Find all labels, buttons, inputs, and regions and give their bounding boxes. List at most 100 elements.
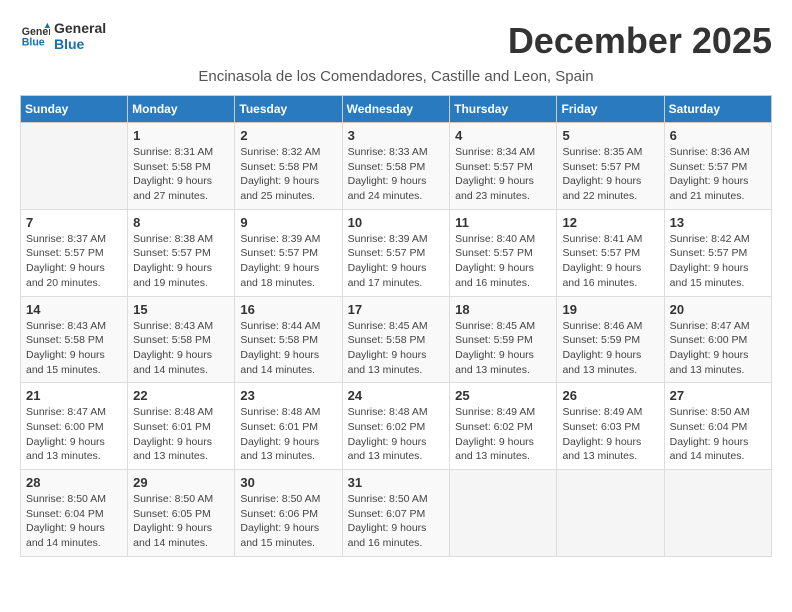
weekday-header: Sunday xyxy=(21,96,128,123)
day-number: 31 xyxy=(348,475,445,490)
day-info: Sunrise: 8:47 AMSunset: 6:00 PMDaylight:… xyxy=(26,405,122,464)
day-number: 16 xyxy=(240,302,336,317)
logo-line1: General xyxy=(54,20,106,36)
weekday-header: Tuesday xyxy=(235,96,342,123)
calendar-cell: 17 Sunrise: 8:45 AMSunset: 5:58 PMDayligh… xyxy=(342,296,450,383)
calendar-cell: 28 Sunrise: 8:50 AMSunset: 6:04 PMDayligh… xyxy=(21,470,128,557)
calendar-week-row: 1 Sunrise: 8:31 AMSunset: 5:58 PMDaylight… xyxy=(21,123,772,210)
day-number: 28 xyxy=(26,475,122,490)
day-number: 22 xyxy=(133,388,229,403)
calendar-cell xyxy=(21,123,128,210)
day-info: Sunrise: 8:47 AMSunset: 6:00 PMDaylight:… xyxy=(670,319,766,378)
calendar-cell: 19Sunrise: 8:46 AMSunset: 5:59 PMDayligh… xyxy=(557,296,664,383)
day-info: Sunrise: 8:41 AMSunset: 5:57 PMDaylight:… xyxy=(562,232,658,291)
day-info: Sunrise: 8:44 AMSunset: 5:58 PMDaylight:… xyxy=(240,319,336,378)
day-info: Sunrise: 8:39 AMSunset: 5:57 PMDaylight:… xyxy=(240,232,336,291)
day-number: 9 xyxy=(240,215,336,230)
day-info: Sunrise: 8:35 AMSunset: 5:57 PMDaylight:… xyxy=(562,145,658,204)
calendar-cell: 9 Sunrise: 8:39 AMSunset: 5:57 PMDaylight… xyxy=(235,209,342,296)
calendar-cell: 30Sunrise: 8:50 AMSunset: 6:06 PMDayligh… xyxy=(235,470,342,557)
day-info: Sunrise: 8:37 AMSunset: 5:57 PMDaylight:… xyxy=(26,232,122,291)
day-number: 19 xyxy=(562,302,658,317)
day-number: 11 xyxy=(455,215,551,230)
day-info: Sunrise: 8:38 AMSunset: 5:57 PMDaylight:… xyxy=(133,232,229,291)
calendar-cell: 29 Sunrise: 8:50 AMSunset: 6:05 PMDayligh… xyxy=(128,470,235,557)
calendar-cell: 11 Sunrise: 8:40 AMSunset: 5:57 PMDayligh… xyxy=(450,209,557,296)
weekday-header: Saturday xyxy=(664,96,771,123)
day-number: 24 xyxy=(348,388,445,403)
day-number: 29 xyxy=(133,475,229,490)
day-number: 10 xyxy=(348,215,445,230)
day-info: Sunrise: 8:42 AMSunset: 5:57 PMDaylight:… xyxy=(670,232,766,291)
calendar-cell: 6Sunrise: 8:36 AMSunset: 5:57 PMDaylight… xyxy=(664,123,771,210)
calendar-cell: 27 Sunrise: 8:50 AMSunset: 6:04 PMDayligh… xyxy=(664,383,771,470)
day-info: Sunrise: 8:49 AMSunset: 6:02 PMDaylight:… xyxy=(455,405,551,464)
logo-line2: Blue xyxy=(54,36,106,52)
weekday-header: Wednesday xyxy=(342,96,450,123)
day-number: 14 xyxy=(26,302,122,317)
day-number: 12 xyxy=(562,215,658,230)
calendar-week-row: 21 Sunrise: 8:47 AMSunset: 6:00 PMDayligh… xyxy=(21,383,772,470)
day-number: 27 xyxy=(670,388,766,403)
calendar-week-row: 7 Sunrise: 8:37 AMSunset: 5:57 PMDaylight… xyxy=(21,209,772,296)
day-number: 2 xyxy=(240,128,336,143)
day-info: Sunrise: 8:50 AMSunset: 6:07 PMDaylight:… xyxy=(348,492,445,551)
calendar-cell: 16 Sunrise: 8:44 AMSunset: 5:58 PMDayligh… xyxy=(235,296,342,383)
calendar-cell: 24 Sunrise: 8:48 AMSunset: 6:02 PMDayligh… xyxy=(342,383,450,470)
calendar-cell: 15Sunrise: 8:43 AMSunset: 5:58 PMDayligh… xyxy=(128,296,235,383)
calendar-week-row: 14 Sunrise: 8:43 AMSunset: 5:58 PMDayligh… xyxy=(21,296,772,383)
calendar-cell: 1 Sunrise: 8:31 AMSunset: 5:58 PMDaylight… xyxy=(128,123,235,210)
day-number: 25 xyxy=(455,388,551,403)
day-number: 17 xyxy=(348,302,445,317)
day-number: 5 xyxy=(562,128,658,143)
day-info: Sunrise: 8:49 AMSunset: 6:03 PMDaylight:… xyxy=(562,405,658,464)
calendar-cell: 22 Sunrise: 8:48 AMSunset: 6:01 PMDayligh… xyxy=(128,383,235,470)
calendar-cell: 2 Sunrise: 8:32 AMSunset: 5:58 PMDaylight… xyxy=(235,123,342,210)
calendar-cell: 4 Sunrise: 8:34 AMSunset: 5:57 PMDaylight… xyxy=(450,123,557,210)
calendar-cell: 18Sunrise: 8:45 AMSunset: 5:59 PMDayligh… xyxy=(450,296,557,383)
day-number: 15 xyxy=(133,302,229,317)
day-info: Sunrise: 8:48 AMSunset: 6:02 PMDaylight:… xyxy=(348,405,445,464)
day-info: Sunrise: 8:33 AMSunset: 5:58 PMDaylight:… xyxy=(348,145,445,204)
calendar-cell: 31 Sunrise: 8:50 AMSunset: 6:07 PMDayligh… xyxy=(342,470,450,557)
calendar-week-row: 28 Sunrise: 8:50 AMSunset: 6:04 PMDayligh… xyxy=(21,470,772,557)
calendar-cell: 26Sunrise: 8:49 AMSunset: 6:03 PMDayligh… xyxy=(557,383,664,470)
day-info: Sunrise: 8:34 AMSunset: 5:57 PMDaylight:… xyxy=(455,145,551,204)
day-info: Sunrise: 8:31 AMSunset: 5:58 PMDaylight:… xyxy=(133,145,229,204)
day-number: 3 xyxy=(348,128,445,143)
day-info: Sunrise: 8:50 AMSunset: 6:04 PMDaylight:… xyxy=(26,492,122,551)
day-number: 20 xyxy=(670,302,766,317)
day-info: Sunrise: 8:50 AMSunset: 6:05 PMDaylight:… xyxy=(133,492,229,551)
calendar-cell: 25 Sunrise: 8:49 AMSunset: 6:02 PMDayligh… xyxy=(450,383,557,470)
day-number: 23 xyxy=(240,388,336,403)
day-info: Sunrise: 8:50 AMSunset: 6:06 PMDaylight:… xyxy=(240,492,336,551)
day-number: 21 xyxy=(26,388,122,403)
calendar-cell: 5 Sunrise: 8:35 AMSunset: 5:57 PMDaylight… xyxy=(557,123,664,210)
calendar-cell xyxy=(664,470,771,557)
day-info: Sunrise: 8:48 AMSunset: 6:01 PMDaylight:… xyxy=(133,405,229,464)
day-info: Sunrise: 8:45 AMSunset: 5:58 PMDaylight:… xyxy=(348,319,445,378)
calendar-cell: 10Sunrise: 8:39 AMSunset: 5:57 PMDayligh… xyxy=(342,209,450,296)
day-info: Sunrise: 8:45 AMSunset: 5:59 PMDaylight:… xyxy=(455,319,551,378)
day-info: Sunrise: 8:50 AMSunset: 6:04 PMDaylight:… xyxy=(670,405,766,464)
day-info: Sunrise: 8:48 AMSunset: 6:01 PMDaylight:… xyxy=(240,405,336,464)
day-number: 1 xyxy=(133,128,229,143)
day-number: 8 xyxy=(133,215,229,230)
day-info: Sunrise: 8:32 AMSunset: 5:58 PMDaylight:… xyxy=(240,145,336,204)
calendar-cell: 23 Sunrise: 8:48 AMSunset: 6:01 PMDayligh… xyxy=(235,383,342,470)
day-info: Sunrise: 8:40 AMSunset: 5:57 PMDaylight:… xyxy=(455,232,551,291)
calendar-cell: 13 Sunrise: 8:42 AMSunset: 5:57 PMDayligh… xyxy=(664,209,771,296)
day-info: Sunrise: 8:43 AMSunset: 5:58 PMDaylight:… xyxy=(26,319,122,378)
calendar-cell xyxy=(450,470,557,557)
day-number: 7 xyxy=(26,215,122,230)
day-number: 13 xyxy=(670,215,766,230)
calendar-cell: 7 Sunrise: 8:37 AMSunset: 5:57 PMDaylight… xyxy=(21,209,128,296)
location-title: Encinasola de los Comendadores, Castille… xyxy=(20,68,772,85)
weekday-header: Thursday xyxy=(450,96,557,123)
day-info: Sunrise: 8:36 AMSunset: 5:57 PMDaylight:… xyxy=(670,145,766,204)
day-number: 4 xyxy=(455,128,551,143)
calendar-cell xyxy=(557,470,664,557)
weekday-header: Friday xyxy=(557,96,664,123)
logo: General Blue General Blue xyxy=(20,20,106,52)
weekday-header: Monday xyxy=(128,96,235,123)
